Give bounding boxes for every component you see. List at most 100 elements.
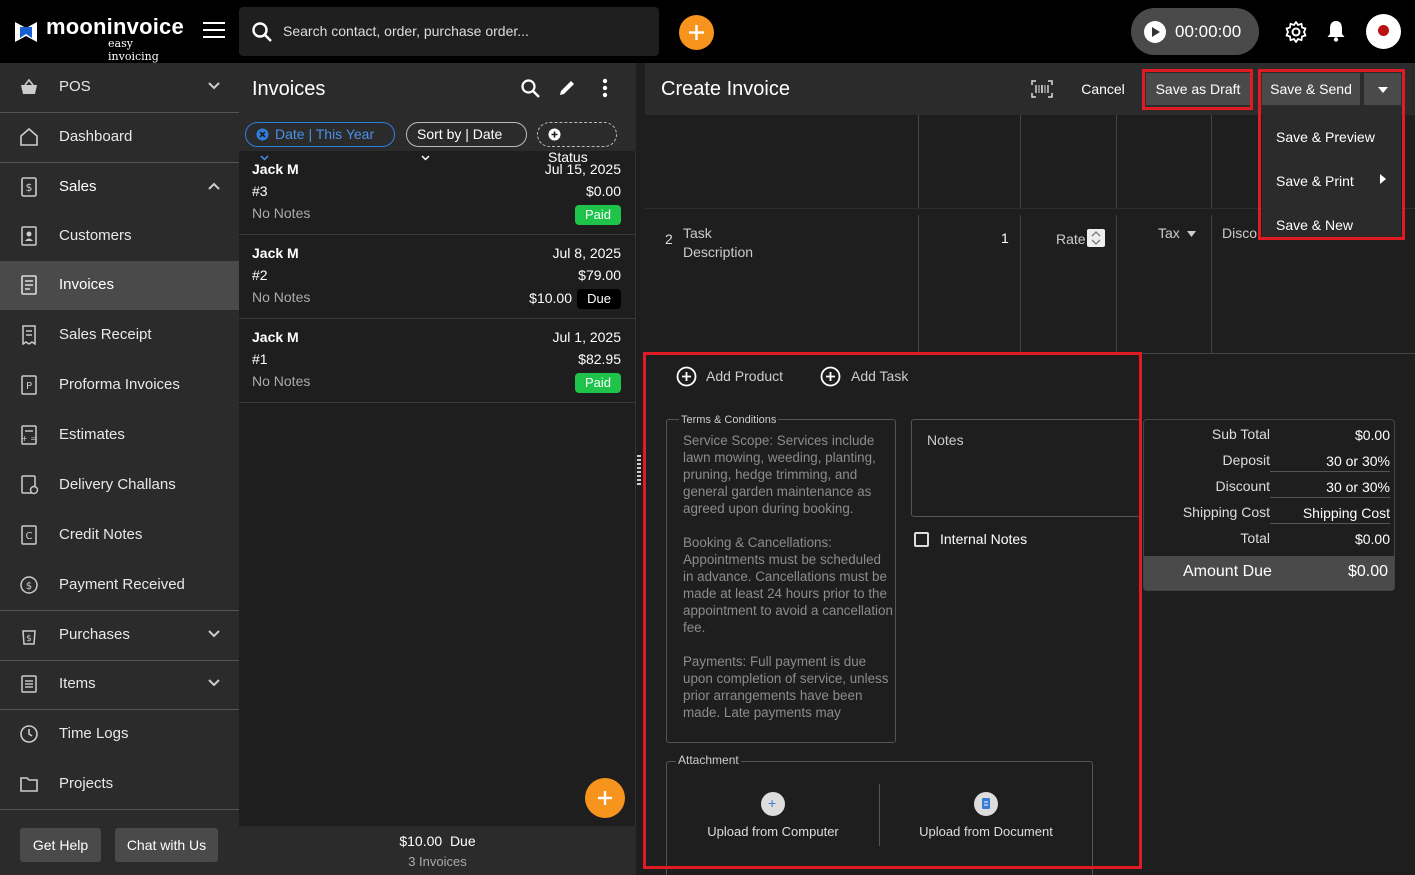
quick-add-button[interactable] [679,15,714,50]
grid-line [1211,215,1212,353]
get-help-button[interactable]: Get Help [20,828,101,862]
barcode-scan-icon[interactable] [1031,80,1053,98]
rate-field[interactable]: Rate [1056,231,1086,247]
list-item[interactable]: Jack M Jul 1, 2025 #1 $82.95 No Notes Pa… [239,319,636,403]
time-tracker[interactable]: 00:00:00 [1131,8,1259,55]
terms-field[interactable]: Terms & Conditions Service Scope: Servic… [666,414,896,743]
notes-field[interactable]: Notes [911,419,1141,517]
new-invoice-button[interactable] [585,778,625,818]
quantity-field[interactable]: 1 [1001,230,1009,246]
internal-notes-label: Internal Notes [940,531,1028,547]
search-input[interactable] [283,19,643,43]
save-options-toggle[interactable] [1364,73,1401,105]
items-list-icon [21,675,37,693]
sidebar-item-delivery-challans[interactable]: Delivery Challans [0,461,239,510]
sidebar-item-purchases[interactable]: $ Purchases [0,611,239,660]
sidebar-item-sales[interactable]: $ Sales [0,163,239,212]
svg-text:C: C [26,531,33,542]
invoice-amount: $79.00 [578,267,621,283]
total-row: Sub Total $0.00 [1144,422,1396,448]
invoice-number: #1 [252,351,268,367]
sidebar-item-estimates[interactable]: + = Estimates [0,411,239,460]
chevron-down-icon [208,82,220,90]
total-label: Shipping Cost [1182,504,1270,520]
dollar-doc-icon: $ [21,177,37,197]
total-value: $0.00 [1354,531,1390,547]
sidebar-item-label: Delivery Challans [59,476,176,493]
date-filter-chip[interactable]: Date | This Year [245,122,395,161]
sidebar-item-items[interactable]: Items [0,660,239,709]
basket-icon [21,78,37,94]
sidebar-item-label: Time Logs [59,725,129,742]
upload-document-label: Upload from Document [919,824,1053,839]
task-field[interactable]: Task [683,225,712,241]
grid-line [1211,115,1212,208]
list-item[interactable]: Jack M Jul 8, 2025 #2 $79.00 No Notes $1… [239,235,636,319]
sidebar-item-proforma[interactable]: P Proforma Invoices [0,361,239,410]
svg-text:+ =: + = [21,434,37,443]
play-icon[interactable] [1144,21,1166,43]
discount-field[interactable]: Disco... [1222,225,1262,241]
amount-due-label: Amount Due [1183,563,1272,580]
credit-note-icon: C [21,525,37,545]
cancel-button[interactable]: Cancel [1074,73,1132,105]
global-search[interactable] [239,7,659,56]
grid-line [645,353,1415,354]
menu-item-save-print[interactable]: Save & Print [1276,173,1354,189]
app-logo[interactable]: mooninvoice easy invoicing [12,14,184,63]
totals-panel: Sub Total $0.00 Deposit 30 or 30% Discount… [1143,419,1395,591]
sidebar-item-payment-received[interactable]: $ Payment Received [0,561,239,610]
clear-filter-icon[interactable] [256,128,269,141]
sidebar-item-label: Purchases [59,626,130,643]
deposit-input[interactable]: 30 or 30% [1270,453,1390,472]
menu-toggle-icon[interactable] [203,22,225,40]
menu-item-save-new[interactable]: Save & New [1276,217,1353,233]
search-icon[interactable] [520,78,541,99]
edit-icon[interactable] [557,78,577,98]
discount-input[interactable]: 30 or 30% [1270,479,1390,498]
customer-name: Jack M [252,245,299,261]
gear-icon[interactable] [1284,20,1308,44]
avatar[interactable] [1366,14,1401,49]
status-chip[interactable]: Status [537,122,617,165]
tax-field[interactable]: Tax [1158,225,1180,241]
sidebar-item-dashboard[interactable]: Dashboard [0,113,239,162]
chat-button[interactable]: Chat with Us [115,828,218,862]
invoice-date: Jul 15, 2025 [544,161,621,177]
sidebar-item-pos[interactable]: POS [0,63,239,112]
menu-item-save-preview[interactable]: Save & Preview [1276,129,1375,145]
filter-bar: Date | This Year Sort by | Date Status [239,115,636,165]
shipping-input[interactable]: Shipping Cost [1270,505,1390,524]
upload-from-document-button[interactable]: Upload from Document [896,792,1076,839]
sidebar-item-customers[interactable]: Customers [0,212,239,261]
caret-down-icon[interactable] [1187,231,1196,237]
plus-icon [689,25,704,40]
stepper-arrows-icon [1091,231,1101,245]
save-draft-button[interactable]: Save as Draft [1146,73,1250,105]
svg-text:$: $ [26,581,32,592]
timer-display: 00:00:00 [1175,22,1242,41]
list-item[interactable]: Jack M Jul 15, 2025 #3 $0.00 No Notes Pa… [239,151,636,235]
description-field[interactable]: Description [683,244,753,260]
upload-from-computer-button[interactable]: + Upload from Computer [683,792,863,839]
line-index: 2 [665,231,673,247]
clock-icon [20,725,38,743]
bell-icon[interactable] [1326,20,1346,42]
sidebar-item-label: Dashboard [59,128,133,145]
sidebar-item-time-logs[interactable]: Time Logs [0,710,239,759]
rate-stepper[interactable] [1087,229,1105,247]
sidebar-item-credit-notes[interactable]: C Credit Notes [0,511,239,560]
sidebar-item-label: Customers [59,227,132,244]
sort-chip[interactable]: Sort by | Date [406,122,527,161]
sidebar-item-projects[interactable]: Projects [0,760,239,809]
footer-due: $10.00 Due [399,833,476,849]
save-send-button[interactable]: Save & Send [1262,73,1360,105]
search-icon [252,22,272,42]
panel-splitter-handle[interactable] [637,455,641,485]
sidebar-item-sales-receipt[interactable]: Sales Receipt [0,311,239,360]
status-badge: Paid [574,373,621,393]
total-label: Total [1240,530,1270,546]
sidebar-item-invoices[interactable]: Invoices [0,261,239,310]
internal-notes-checkbox[interactable] [914,532,929,547]
more-vertical-icon[interactable] [602,78,608,98]
